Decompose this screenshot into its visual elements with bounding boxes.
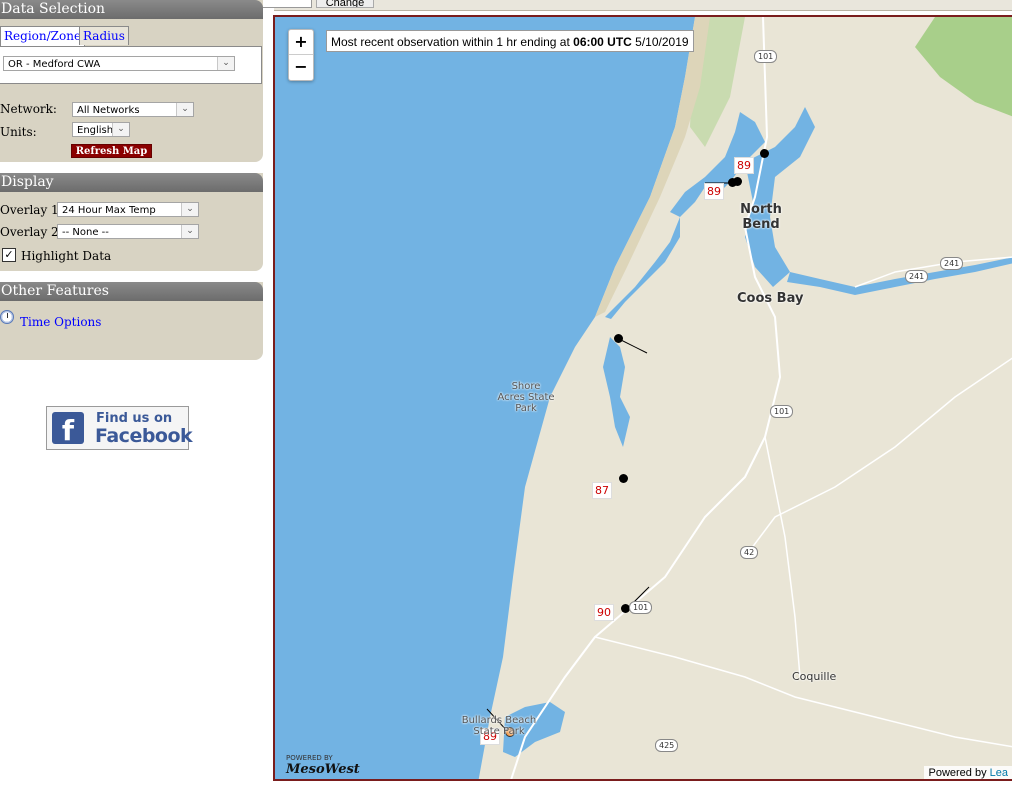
refresh-map-button[interactable]: Refresh Map	[71, 144, 152, 158]
station-marker[interactable]	[760, 149, 769, 158]
station-marker[interactable]	[619, 474, 628, 483]
network-select-value: All Networks	[77, 105, 140, 116]
tab-body: OR - Medford CWA ⌄	[0, 46, 262, 84]
overlay2-label: Overlay 2:	[0, 225, 63, 239]
obs-date: 5/10/2019	[631, 35, 689, 49]
chevron-down-icon: ⌄	[181, 203, 198, 216]
zoom-out-button[interactable]: −	[289, 55, 313, 79]
network-select[interactable]: All Networks ⌄	[72, 102, 194, 117]
display-header: Display	[0, 173, 263, 192]
place-north-bend: North Bend	[740, 202, 782, 232]
region-select[interactable]: OR - Medford CWA ⌄	[3, 56, 235, 71]
place-bullards-beach: Bullards Beach State Park	[461, 715, 537, 737]
data-selection-panel: Data Selection Region/Zone Radius OR - M…	[0, 0, 263, 162]
attribution-prefix: Powered by	[928, 767, 990, 779]
station-value[interactable]: 90	[594, 604, 614, 621]
highway-shield: 101	[754, 50, 778, 63]
station-value[interactable]: 89	[734, 157, 754, 174]
change-button[interactable]: Change	[316, 0, 374, 8]
obs-prefix: Most recent observation within 1 hr endi…	[331, 35, 574, 49]
place-coquille: Coquille	[792, 670, 837, 683]
time-options-link[interactable]: Time Options	[20, 315, 101, 329]
tab-region-zone[interactable]: Region/Zone	[0, 26, 86, 46]
facebook-badge[interactable]: f Find us on Facebook	[46, 406, 193, 450]
attribution-link[interactable]: Lea	[990, 767, 1008, 779]
highlight-data-checkbox[interactable]: ✓	[2, 248, 16, 262]
overlay1-select[interactable]: 24 Hour Max Temp ⌄	[57, 202, 199, 217]
mesowest-label: MesoWest	[286, 762, 360, 777]
overlay2-select-value: -- None --	[62, 227, 109, 238]
place-coos-bay: Coos Bay	[737, 291, 804, 306]
powered-by-label: POWERED BY	[286, 754, 333, 762]
facebook-icon: f	[52, 412, 84, 447]
tab-radius[interactable]: Radius	[79, 26, 129, 45]
station-value[interactable]: 89	[704, 183, 724, 200]
overlay1-select-value: 24 Hour Max Temp	[62, 205, 156, 216]
highway-shield: 241	[940, 257, 964, 270]
units-select-value: English	[77, 125, 114, 136]
map-view[interactable]: 89 89 87 90 89 North Bend Coos Bay Shore…	[273, 15, 1012, 781]
obs-time: 06:00 UTC	[573, 35, 632, 49]
chevron-down-icon: ⌄	[181, 225, 198, 238]
chevron-down-icon: ⌄	[112, 123, 129, 136]
highway-shield: 101	[629, 601, 653, 614]
zoom-control: + −	[288, 29, 314, 81]
units-select[interactable]: English ⌄	[72, 122, 130, 137]
overlay2-select[interactable]: -- None -- ⌄	[57, 224, 199, 239]
station-value[interactable]: 87	[592, 482, 612, 499]
observation-info-box: Most recent observation within 1 hr endi…	[326, 30, 694, 52]
top-toolbar	[274, 0, 1012, 11]
units-label: Units:	[0, 125, 37, 139]
chevron-down-icon: ⌄	[217, 57, 234, 70]
data-selection-header: Data Selection	[0, 0, 263, 19]
chevron-down-icon: ⌄	[176, 103, 193, 116]
highway-shield: 101	[770, 405, 794, 418]
station-marker[interactable]	[614, 334, 623, 343]
overlay1-label: Overlay 1:	[0, 203, 63, 217]
highway-shield: 42	[740, 546, 759, 559]
region-select-value: OR - Medford CWA	[8, 59, 101, 70]
facebook-line2: Facebook	[95, 425, 193, 447]
clock-icon[interactable]	[0, 310, 14, 324]
facebook-line1: Find us on	[96, 411, 173, 426]
network-label: Network:	[0, 102, 57, 116]
top-select[interactable]	[262, 0, 312, 8]
other-features-header: Other Features	[0, 282, 263, 301]
station-marker[interactable]	[733, 177, 742, 186]
basemap	[275, 17, 1012, 779]
highway-shield: 241	[905, 270, 929, 283]
highway-shield: 425	[655, 739, 679, 752]
mesowest-logo[interactable]: POWERED BY MesoWest	[286, 754, 360, 777]
zoom-in-button[interactable]: +	[289, 30, 313, 55]
highlight-data-label: Highlight Data	[21, 249, 112, 263]
place-shore-acres: Shore Acres State Park	[497, 381, 555, 414]
map-attribution: Powered by Lea	[924, 766, 1012, 779]
